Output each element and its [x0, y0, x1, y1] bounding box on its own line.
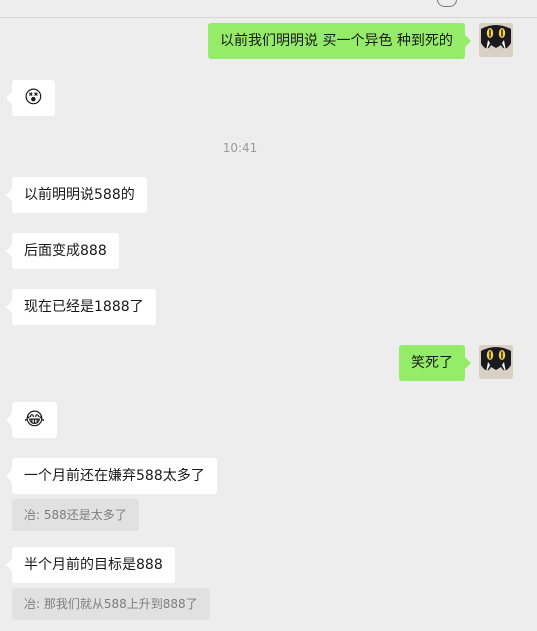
avatar[interactable]	[479, 23, 513, 57]
message-text: 现在已经是1888了	[6, 289, 156, 325]
incoming-message-1[interactable]: 以前明明说588的	[6, 177, 147, 213]
quoted-reply-1[interactable]: 冶: 588还是太多了	[12, 499, 139, 531]
incoming-message-3[interactable]: 现在已经是1888了	[6, 289, 156, 325]
emoji-message: 😵	[6, 80, 55, 116]
emoji-message: 😂	[5, 402, 58, 438]
message-text: 半个月前的目标是888	[6, 547, 175, 583]
top-divider	[0, 17, 537, 18]
incoming-message-5[interactable]: 半个月前的目标是888	[6, 547, 175, 583]
message-text: 以前明明说588的	[6, 177, 147, 213]
quoted-reply-2[interactable]: 冶: 那我们就从588上升到888了	[12, 588, 210, 620]
incoming-message-2[interactable]: 后面变成888	[6, 233, 119, 269]
avatar[interactable]	[479, 345, 513, 379]
chat-bubble-icon[interactable]	[437, 0, 457, 7]
message-text: 以前我们明明说 买一个异色 种到死的	[208, 23, 471, 59]
message-text: 一个月前还在嫌弃588太多了	[6, 458, 217, 494]
incoming-message-4[interactable]: 一个月前还在嫌弃588太多了	[6, 458, 217, 494]
timestamp: 10:41	[222, 141, 258, 155]
cartoon-avatar-icon	[479, 345, 513, 379]
message-text: 后面变成888	[6, 233, 119, 269]
incoming-emoji-message-2[interactable]: 😂	[5, 402, 58, 438]
cartoon-avatar-icon	[479, 23, 513, 57]
message-text: 笑死了	[399, 345, 471, 381]
chat-window: 以前我们明明说 买一个异色 种到死的 😵 10:41 以前明明说588的 后面变…	[0, 0, 537, 631]
incoming-emoji-message-1[interactable]: 😵	[6, 80, 55, 116]
outgoing-message-2[interactable]: 笑死了	[399, 345, 471, 381]
outgoing-message-1[interactable]: 以前我们明明说 买一个异色 种到死的	[208, 23, 471, 59]
